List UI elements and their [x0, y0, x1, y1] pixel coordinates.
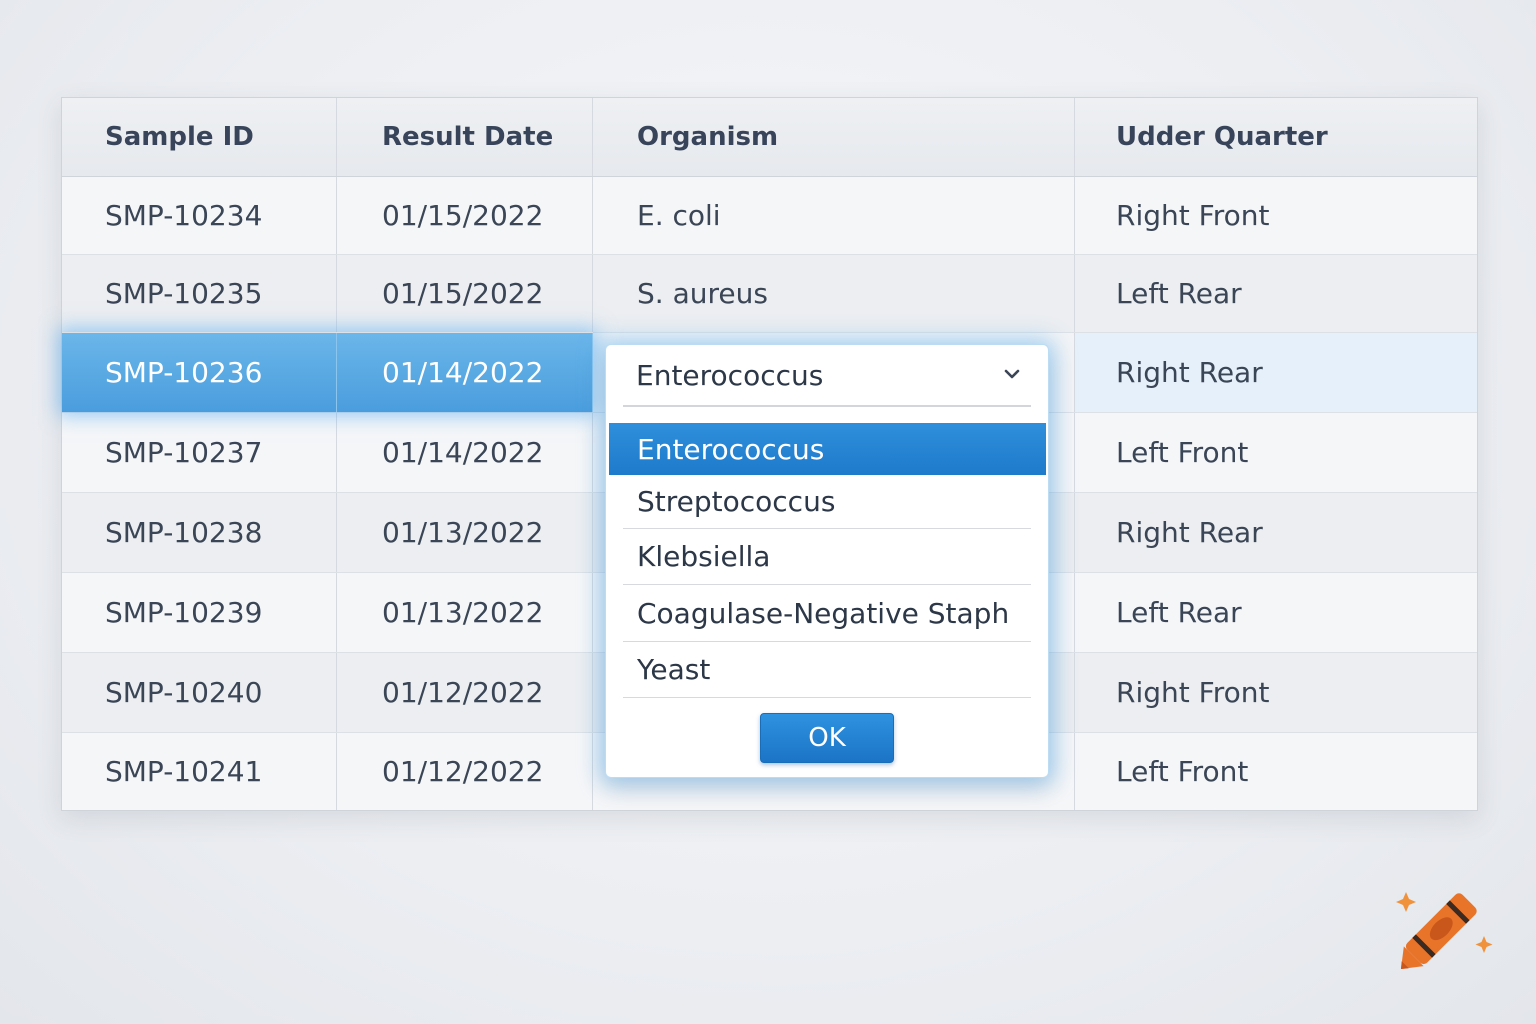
- udder-quarter-cell[interactable]: Right Front: [1075, 653, 1477, 732]
- result-date-cell[interactable]: 01/13/2022: [337, 573, 593, 652]
- result-date-cell[interactable]: 01/15/2022: [337, 177, 593, 254]
- table-header: Sample ID Result Date Organism Udder Qua…: [62, 98, 1477, 177]
- option-streptococcus[interactable]: Streptococcus: [623, 475, 1031, 529]
- result-date-cell[interactable]: 01/13/2022: [337, 493, 593, 572]
- organism-cell[interactable]: E. coli: [593, 177, 1075, 254]
- sample-id-cell[interactable]: SMP-10236: [62, 333, 337, 412]
- udder-quarter-cell[interactable]: Left Front: [1075, 733, 1477, 810]
- ok-button[interactable]: OK: [760, 713, 894, 763]
- sample-id-cell[interactable]: SMP-10234: [62, 177, 337, 254]
- udder-quarter-cell[interactable]: Right Front: [1075, 177, 1477, 254]
- organism-dropdown[interactable]: Enterococcus Enterococcus Streptococcus …: [605, 344, 1049, 778]
- table-row[interactable]: SMP-10235 01/15/2022 S. aureus Left Rear: [62, 255, 1477, 333]
- result-date-cell[interactable]: 01/15/2022: [337, 255, 593, 332]
- chevron-down-icon[interactable]: [1003, 365, 1021, 383]
- option-coagulase-negative-staph[interactable]: Coagulase-Negative Staph: [623, 585, 1031, 642]
- column-header-result-date[interactable]: Result Date: [337, 98, 593, 176]
- sample-id-cell[interactable]: SMP-10237: [62, 413, 337, 492]
- sample-id-cell[interactable]: SMP-10235: [62, 255, 337, 332]
- organism-select-value: Enterococcus: [636, 358, 824, 392]
- udder-quarter-cell[interactable]: Left Rear: [1075, 573, 1477, 652]
- result-date-cell[interactable]: 01/12/2022: [337, 653, 593, 732]
- organism-select-field[interactable]: Enterococcus: [623, 345, 1031, 407]
- result-date-cell[interactable]: 01/14/2022: [337, 413, 593, 492]
- udder-quarter-cell[interactable]: Left Rear: [1075, 255, 1477, 332]
- udder-quarter-cell[interactable]: Right Rear: [1075, 493, 1477, 572]
- column-header-sample-id[interactable]: Sample ID: [62, 98, 337, 176]
- organism-cell[interactable]: S. aureus: [593, 255, 1075, 332]
- udder-quarter-cell[interactable]: Right Rear: [1075, 333, 1477, 412]
- sample-id-cell[interactable]: SMP-10240: [62, 653, 337, 732]
- table-row[interactable]: SMP-10234 01/15/2022 E. coli Right Front: [62, 177, 1477, 255]
- option-enterococcus[interactable]: Enterococcus: [609, 423, 1046, 475]
- result-date-cell[interactable]: 01/12/2022: [337, 733, 593, 810]
- result-date-cell[interactable]: 01/14/2022: [337, 333, 593, 412]
- column-header-udder-quarter[interactable]: Udder Quarter: [1075, 98, 1477, 176]
- option-yeast[interactable]: Yeast: [623, 642, 1031, 698]
- column-header-organism[interactable]: Organism: [593, 98, 1075, 176]
- sample-id-cell[interactable]: SMP-10241: [62, 733, 337, 810]
- sample-id-cell[interactable]: SMP-10239: [62, 573, 337, 652]
- crayon-logo-icon: [1396, 892, 1493, 970]
- option-klebsiella[interactable]: Klebsiella: [623, 529, 1031, 585]
- sample-id-cell[interactable]: SMP-10238: [62, 493, 337, 572]
- udder-quarter-cell[interactable]: Left Front: [1075, 413, 1477, 492]
